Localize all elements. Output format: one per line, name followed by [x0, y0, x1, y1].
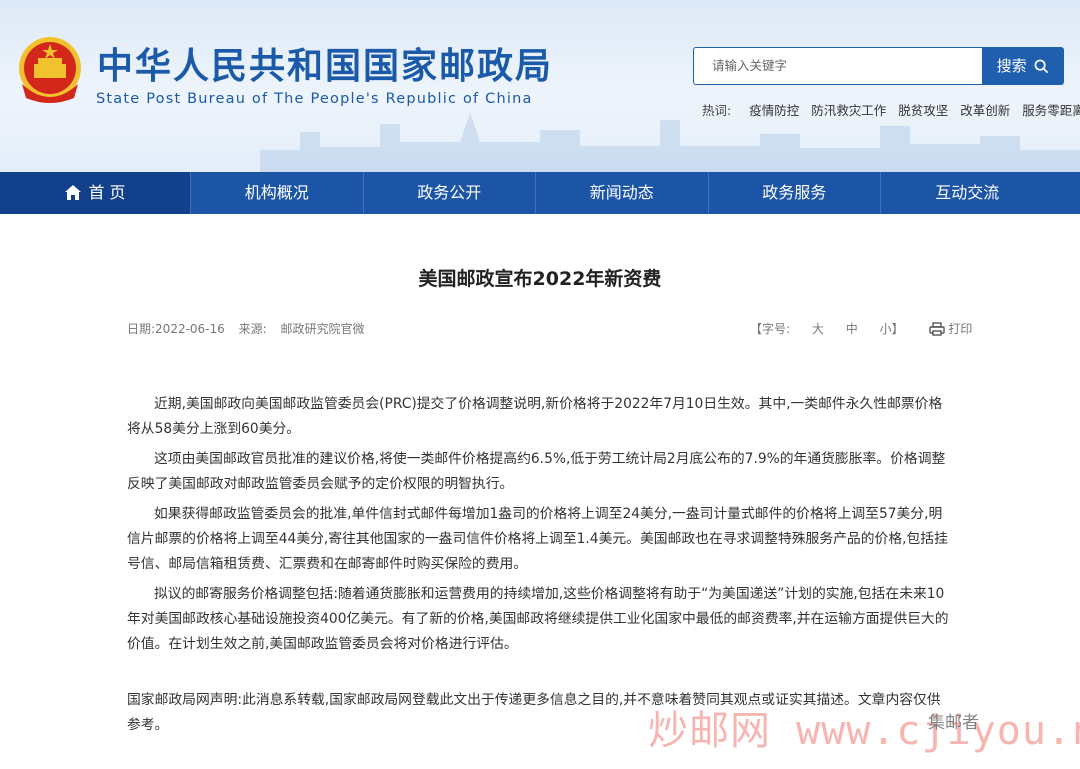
article-meta: 日期:2022-06-16 来源: 邮政研究院官微 [127, 320, 365, 337]
article-body: 近期,美国邮政向美国邮政监管委员会(PRC)提交了价格调整说明,新价格将于202… [127, 392, 953, 662]
print-label: 打印 [948, 322, 973, 336]
article-paragraph: 如果获得邮政监管委员会的批准,单件信封式邮件每增加1盎司的价格将上调至24美分,… [127, 506, 948, 572]
article-source-value: 邮政研究院官微 [280, 322, 365, 336]
article-source-label: 来源: [238, 322, 267, 336]
font-size-small-button[interactable]: 小】 [880, 322, 904, 336]
nav-item-interaction[interactable]: 互动交流 [881, 172, 1054, 214]
search-button[interactable]: 搜索 [982, 47, 1064, 85]
search-icon [1034, 59, 1049, 74]
article-paragraph: 拟议的邮寄服务价格调整包括:随着通货膨胀和运营费用的持续增加,这些价格调整将有助… [127, 586, 949, 652]
main-nav: 首 页 机构概况 政务公开 新闻动态 政务服务 互动交流 [0, 172, 1080, 214]
hot-words: 热词: 疫情防控 防汛救灾工作 脱贫攻坚 改革创新 服务零距离 [702, 100, 1080, 119]
font-size-label: 【字号: [750, 322, 791, 336]
watermark-badge: 集邮者 [928, 713, 979, 733]
hot-words-label: 热词: [702, 103, 732, 118]
article-paragraph: 这项由美国邮政官员批准的建议价格,将使一类邮件价格提高约6.5%,低于劳工统计局… [127, 451, 946, 492]
hot-word-link[interactable]: 防汛救灾工作 [811, 103, 886, 118]
nav-item-gov-affairs[interactable]: 政务公开 [364, 172, 536, 214]
print-icon [929, 322, 946, 336]
print-button[interactable]: 打印 [929, 322, 972, 336]
search-button-label: 搜索 [996, 57, 1027, 75]
nav-item-home[interactable]: 首 页 [0, 172, 191, 214]
font-size-large-button[interactable]: 大 [812, 322, 824, 336]
nav-item-about[interactable]: 机构概况 [191, 172, 364, 214]
home-icon [65, 185, 82, 200]
article-title: 美国邮政宣布2022年新资费 [418, 268, 662, 290]
site-title: 中华人民共和国国家邮政局 [97, 46, 554, 87]
site-header: 中华人民共和国国家邮政局 State Post Bureau of The Pe… [0, 0, 1080, 172]
nav-item-label: 首 页 [88, 183, 126, 202]
nav-item-news[interactable]: 新闻动态 [536, 172, 709, 214]
search-input[interactable]: 请输入关键字 [693, 47, 982, 85]
national-emblem-icon[interactable] [16, 34, 84, 106]
site-subtitle: State Post Bureau of The People's Republ… [96, 91, 533, 107]
article-paragraph: 近期,美国邮政向美国邮政监管委员会(PRC)提交了价格调整说明,新价格将于202… [127, 396, 943, 437]
article-tools: 【字号: 大 中 小】 打印 [750, 320, 972, 337]
font-size-medium-button[interactable]: 中 [846, 322, 858, 336]
hot-word-link[interactable]: 改革创新 [960, 103, 1010, 118]
hot-word-link[interactable]: 疫情防控 [749, 103, 799, 118]
article-date: 日期:2022-06-16 [127, 322, 225, 336]
watermark-text: 炒邮网 www.cjiyou.net [648, 708, 1080, 754]
hot-word-link[interactable]: 服务零距离 [1022, 103, 1080, 118]
hot-word-link[interactable]: 脱贫攻坚 [898, 103, 948, 118]
nav-item-services[interactable]: 政务服务 [709, 172, 881, 214]
